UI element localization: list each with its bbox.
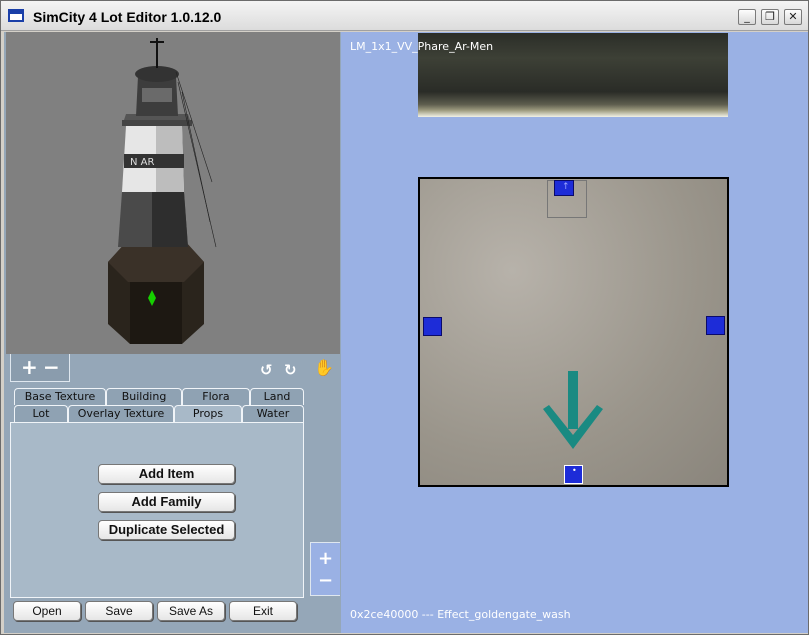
tab-overlay-texture[interactable]: Overlay Texture <box>68 405 174 422</box>
window-title: SimCity 4 Lot Editor 1.0.12.0 <box>33 9 222 25</box>
minimize-button[interactable]: _ <box>738 9 756 25</box>
add-item-button[interactable]: Add Item <box>98 464 235 484</box>
tab-building[interactable]: Building <box>106 388 182 405</box>
lot-grid[interactable]: ↑ • <box>418 177 729 487</box>
tab-base-texture[interactable]: Base Texture <box>14 388 106 405</box>
open-button[interactable]: Open <box>13 601 81 621</box>
south-marker[interactable]: • <box>564 465 583 484</box>
preview-zoom-in-button[interactable]: + <box>21 357 38 377</box>
lot-zoom-in-button[interactable]: + <box>318 549 333 569</box>
north-marker[interactable]: ↑ <box>554 180 574 196</box>
title-bar: SimCity 4 Lot Editor 1.0.12.0 _ ❐ ✕ <box>1 1 808 31</box>
rotate-right-icon[interactable]: ↻ <box>284 360 297 380</box>
building-preview[interactable]: N AR <box>6 32 340 354</box>
tab-control: Base Texture Building Flora Land Lot Ove… <box>10 386 306 598</box>
status-text: 0x2ce40000 --- Effect_goldengate_wash <box>350 608 571 621</box>
preview-zoom-tab: + − <box>10 354 70 382</box>
exit-button[interactable]: Exit <box>229 601 297 621</box>
save-button[interactable]: Save <box>85 601 153 621</box>
tab-water[interactable]: Water <box>242 405 304 422</box>
lot-name-label: LM_1x1_VV_Phare_Ar-Men <box>350 40 494 53</box>
add-family-button[interactable]: Add Family <box>98 492 235 512</box>
lot-view-panel: LM_1x1_VV_Phare_Ar-Men ↑ • + − 0x2ce4000… <box>310 32 808 633</box>
left-panel: N AR + − ↺ ↻ ✋ Base Texture Building Flo… <box>4 32 341 633</box>
rotate-left-icon[interactable]: ↺ <box>260 360 273 380</box>
props-tab-panel: Add Item Add Family Duplicate Selected <box>10 422 304 598</box>
hand-icon[interactable]: ✋ <box>314 358 334 378</box>
maximize-button[interactable]: ❐ <box>761 9 779 25</box>
lot-zoom-out-button[interactable]: − <box>318 571 333 591</box>
duplicate-selected-button[interactable]: Duplicate Selected <box>98 520 235 540</box>
lighthouse-model-image: N AR <box>108 38 217 344</box>
tab-flora[interactable]: Flora <box>182 388 250 405</box>
tab-props[interactable]: Props <box>174 405 242 423</box>
east-marker[interactable] <box>706 316 725 335</box>
app-icon <box>8 9 24 22</box>
close-button[interactable]: ✕ <box>784 9 802 25</box>
west-marker[interactable] <box>423 317 442 336</box>
svg-text:N AR: N AR <box>130 157 155 168</box>
app-window: SimCity 4 Lot Editor 1.0.12.0 _ ❐ ✕ N AR <box>0 0 809 635</box>
lot-zoom-tab: + − <box>310 542 340 596</box>
direction-arrow-icon <box>543 371 603 449</box>
preview-zoom-out-button[interactable]: − <box>43 357 60 377</box>
tab-land[interactable]: Land <box>250 388 304 405</box>
tab-lot[interactable]: Lot <box>14 405 68 422</box>
save-as-button[interactable]: Save As <box>157 601 225 621</box>
